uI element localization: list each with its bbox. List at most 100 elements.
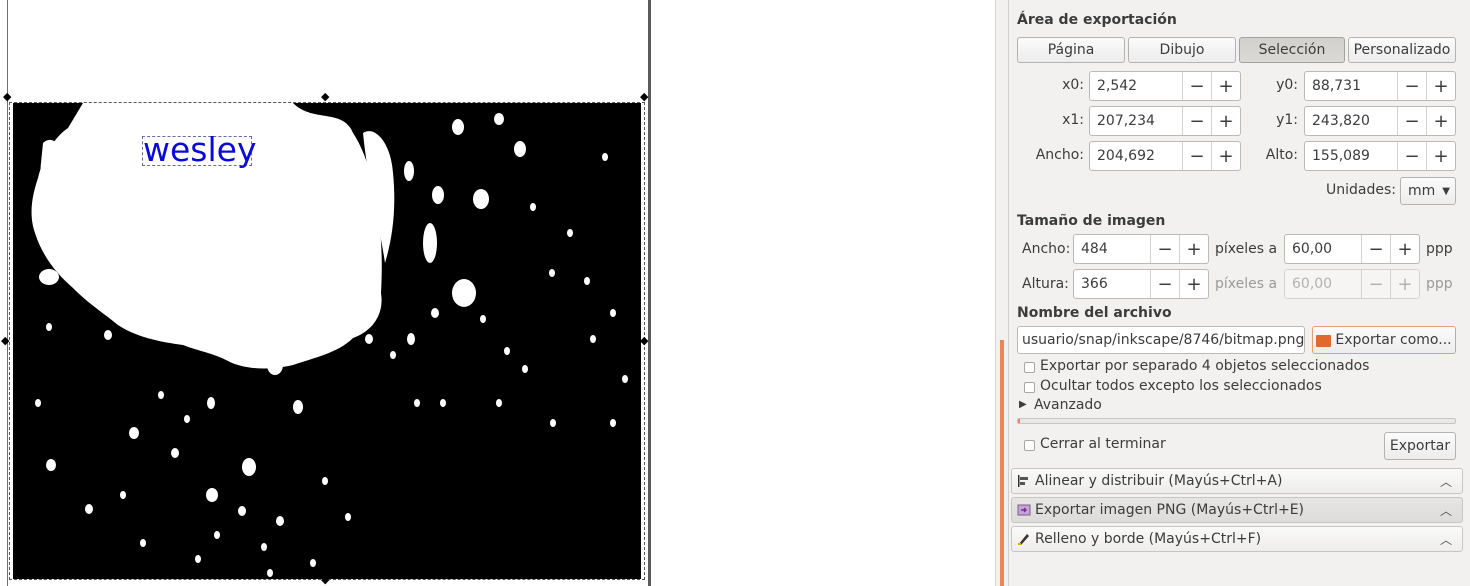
chevron-up-icon[interactable]: ︿ xyxy=(1440,502,1452,519)
width-spinbox[interactable]: 204,692 − + xyxy=(1089,141,1241,171)
width-value[interactable]: 204,692 xyxy=(1090,142,1182,170)
area-page-button[interactable]: Página xyxy=(1017,37,1125,63)
chevron-up-icon[interactable]: ︿ xyxy=(1440,531,1452,548)
image-width-increment-button[interactable]: + xyxy=(1179,235,1208,263)
dpi-spinbox[interactable]: 60,00 − + xyxy=(1284,234,1420,264)
dock-align-label: Alinear y distribuir (Mayús+Ctrl+A) xyxy=(1035,473,1283,489)
batch-export-label: Exportar por separado 4 objetos seleccio… xyxy=(1040,358,1370,374)
image-height-spinbox[interactable]: 366 − + xyxy=(1073,269,1209,299)
y1-spinbox[interactable]: 243,820 − + xyxy=(1304,106,1456,136)
dpi-decrement-button-disabled: − xyxy=(1361,270,1390,298)
dpi-increment-button-disabled: + xyxy=(1390,270,1419,298)
image-width-spinbox[interactable]: 484 − + xyxy=(1073,234,1209,264)
x0-label: x0: xyxy=(1062,77,1084,93)
fill-stroke-icon xyxy=(1017,532,1031,546)
dpi-decrement-button[interactable]: − xyxy=(1361,235,1390,263)
dpi-increment-button[interactable]: + xyxy=(1390,235,1419,263)
expander-arrow-icon[interactable]: ▶ xyxy=(1019,399,1027,410)
dpi-value[interactable]: 60,00 xyxy=(1285,235,1361,263)
x1-value[interactable]: 207,234 xyxy=(1090,107,1182,135)
panel-scroll-indicator xyxy=(1000,340,1004,586)
image-height-decrement-button[interactable]: − xyxy=(1150,270,1179,298)
export-area-title: Área de exportación xyxy=(1017,12,1177,28)
units-value: mm xyxy=(1408,183,1436,199)
area-custom-button[interactable]: Personalizado xyxy=(1348,37,1456,63)
height-value[interactable]: 155,089 xyxy=(1305,142,1397,170)
image-size-title: Tamaño de imagen xyxy=(1017,213,1166,229)
page-border-right xyxy=(648,0,651,586)
height-spinbox[interactable]: 155,089 − + xyxy=(1304,141,1456,171)
height-label: Alto: xyxy=(1265,147,1298,163)
resize-handle-top-left[interactable]: ◆ xyxy=(3,91,11,102)
image-height-increment-button[interactable]: + xyxy=(1179,270,1208,298)
y0-increment-button[interactable]: + xyxy=(1426,72,1455,100)
image-height-label: Altura: xyxy=(1022,276,1069,292)
close-when-done-label: Cerrar al terminar xyxy=(1040,436,1166,452)
y1-label: y1: xyxy=(1276,112,1298,128)
resize-handle-top-right[interactable]: ◆ xyxy=(640,91,648,102)
width-increment-button[interactable]: + xyxy=(1211,142,1240,170)
x0-increment-button[interactable]: + xyxy=(1211,72,1240,100)
close-when-done-checkbox[interactable] xyxy=(1024,440,1035,451)
x0-decrement-button[interactable]: − xyxy=(1182,72,1211,100)
export-as-button[interactable]: Exportar como... xyxy=(1312,326,1456,354)
resize-handle-left[interactable]: ◆ xyxy=(1,335,9,346)
hide-others-checkbox[interactable] xyxy=(1024,382,1035,393)
height-increment-button[interactable]: + xyxy=(1426,142,1455,170)
area-drawing-button[interactable]: Dibujo xyxy=(1128,37,1236,63)
advanced-expander[interactable]: Avanzado xyxy=(1034,397,1102,413)
canvas-text-object[interactable]: wesley xyxy=(143,130,257,170)
dpi-value-disabled: 60,00 xyxy=(1292,276,1333,292)
x1-label: x1: xyxy=(1062,112,1084,128)
y0-spinbox[interactable]: 88,731 − + xyxy=(1304,71,1456,101)
units-dropdown[interactable]: mm ▼ xyxy=(1400,177,1456,205)
height-decrement-button[interactable]: − xyxy=(1397,142,1426,170)
y0-value[interactable]: 88,731 xyxy=(1305,72,1397,100)
units-label: Unidades: xyxy=(1326,182,1396,198)
canvas[interactable]: ◆ ◆ ◆ ◆ ◆ ◆ wesley xyxy=(0,0,995,586)
dock-fill-stroke[interactable]: Relleno y borde (Mayús+Ctrl+F) ︿ xyxy=(1011,526,1463,552)
x0-spinbox[interactable]: 2,542 − + xyxy=(1089,71,1241,101)
x1-spinbox[interactable]: 207,234 − + xyxy=(1089,106,1241,136)
filename-input[interactable]: usuario/snap/inkscape/8746/bitmap.png xyxy=(1017,326,1305,354)
image-height-value[interactable]: 366 xyxy=(1074,270,1150,298)
dpi-unit-label: ppp xyxy=(1426,241,1453,257)
export-png-icon xyxy=(1017,503,1031,517)
resize-handle-right[interactable]: ◆ xyxy=(640,335,648,346)
export-progress-bar xyxy=(1017,418,1456,424)
progress-fill xyxy=(1018,419,1020,423)
y1-value[interactable]: 243,820 xyxy=(1305,107,1397,135)
y1-decrement-button[interactable]: − xyxy=(1397,107,1426,135)
resize-handle-top[interactable]: ◆ xyxy=(321,91,329,102)
x1-increment-button[interactable]: + xyxy=(1211,107,1240,135)
chevron-up-icon[interactable]: ︿ xyxy=(1440,473,1452,490)
x1-decrement-button[interactable]: − xyxy=(1182,107,1211,135)
image-width-label: Ancho: xyxy=(1022,241,1071,257)
y1-increment-button[interactable]: + xyxy=(1426,107,1455,135)
dock-export-png[interactable]: Exportar imagen PNG (Mayús+Ctrl+E) ︿ xyxy=(1011,497,1463,523)
hide-others-label: Ocultar todos excepto los seleccionados xyxy=(1040,378,1322,394)
x0-value[interactable]: 2,542 xyxy=(1090,72,1182,100)
filename-title: Nombre del archivo xyxy=(1017,305,1172,321)
dropdown-arrow-icon: ▼ xyxy=(1442,185,1450,197)
dock-export-png-label: Exportar imagen PNG (Mayús+Ctrl+E) xyxy=(1035,502,1305,518)
dpi-unit-label-2: ppp xyxy=(1426,276,1453,292)
resize-handle-bottom[interactable]: ◆ xyxy=(321,574,329,585)
dock-fill-stroke-label: Relleno y borde (Mayús+Ctrl+F) xyxy=(1035,531,1262,547)
batch-export-checkbox[interactable] xyxy=(1024,362,1035,373)
image-width-decrement-button[interactable]: − xyxy=(1150,235,1179,263)
export-as-label: Exportar como... xyxy=(1335,332,1452,348)
panel-divider xyxy=(1008,0,1009,586)
width-decrement-button[interactable]: − xyxy=(1182,142,1211,170)
selection-bounding-box xyxy=(9,102,645,580)
pixels-at-label: píxeles a xyxy=(1215,241,1278,257)
folder-icon xyxy=(1316,335,1332,347)
image-width-value[interactable]: 484 xyxy=(1074,235,1150,263)
y0-decrement-button[interactable]: − xyxy=(1397,72,1426,100)
area-selection-button[interactable]: Selección xyxy=(1239,37,1345,63)
dock-align-distribute[interactable]: Alinear y distribuir (Mayús+Ctrl+A) ︿ xyxy=(1011,468,1463,494)
pixels-at-label-2: píxeles a xyxy=(1215,276,1278,292)
y0-label: y0: xyxy=(1276,77,1298,93)
export-button[interactable]: Exportar xyxy=(1384,432,1456,460)
page-border-left xyxy=(7,0,8,586)
